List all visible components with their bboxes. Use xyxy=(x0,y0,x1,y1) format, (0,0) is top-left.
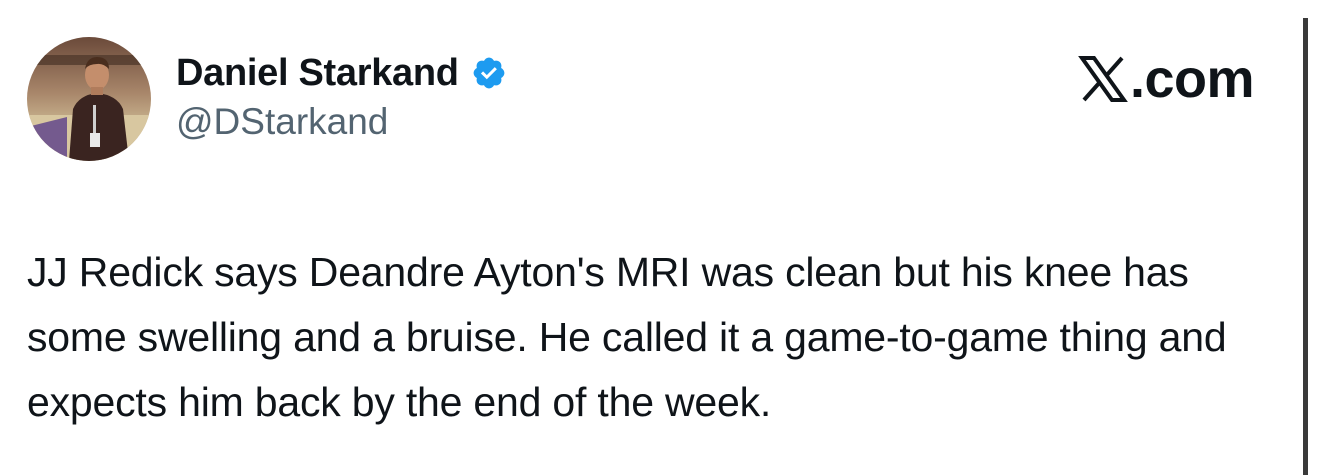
verified-badge-icon xyxy=(471,55,507,91)
x-logo-icon xyxy=(1078,54,1128,104)
avatar[interactable] xyxy=(27,37,151,161)
brand-logo: .com xyxy=(1078,48,1255,110)
author-display-name[interactable]: Daniel Starkand xyxy=(176,52,459,95)
brand-domain-text: .com xyxy=(1129,49,1255,109)
tweet-text: JJ Redick says Deandre Ayton's MRI was c… xyxy=(27,249,1227,426)
author-handle[interactable]: @DStarkand xyxy=(176,101,388,143)
author-name-row: Daniel Starkand xyxy=(176,50,507,96)
right-edge-divider xyxy=(1303,18,1308,475)
tweet-card: Daniel Starkand @DStarkand .com JJ Redic… xyxy=(0,0,1320,475)
